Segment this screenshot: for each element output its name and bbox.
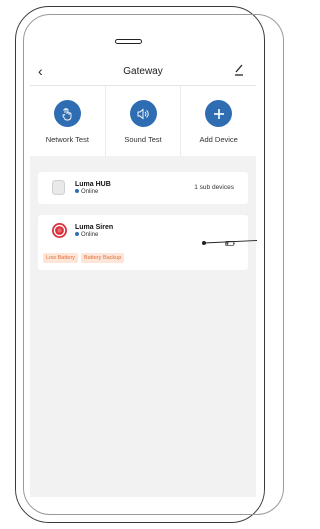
header-bar: ‹ Gateway [30,59,256,86]
device-name: Luma HUB [75,181,111,188]
device-card-hub[interactable]: Luma HUB Online 1 sub devices [38,172,248,204]
network-test-button[interactable]: Network Test [30,86,106,156]
device-name: Luma Siren [75,224,114,231]
callout-pointer [202,240,257,245]
plus-icon [205,100,233,127]
online-dot [75,232,79,237]
add-device-button[interactable]: Add Device [181,86,256,156]
sound-test-button[interactable]: Sound Test [106,86,182,156]
device-status: Online [75,189,98,195]
phone-speaker [115,39,142,44]
app-screen: ‹ Gateway Network Test Sound Test Add De… [30,59,256,497]
sound-test-label: Sound Test [124,135,162,144]
page-title: Gateway [123,66,163,77]
low-battery-tag: Low Battery [43,253,79,263]
hub-icon [52,180,65,195]
sub-device-count: 1 sub devices [194,184,234,191]
siren-icon [52,223,67,238]
speaker-icon [129,100,157,127]
device-status: Online [75,232,98,238]
network-test-label: Network Test [45,135,89,144]
online-dot [75,189,79,194]
action-row: Network Test Sound Test Add Device [30,86,256,156]
battery-backup-tag: Battery Backup [81,253,125,263]
hand-tap-icon [53,100,81,127]
add-device-label: Add Device [199,135,238,144]
pencil-icon[interactable] [234,63,244,77]
